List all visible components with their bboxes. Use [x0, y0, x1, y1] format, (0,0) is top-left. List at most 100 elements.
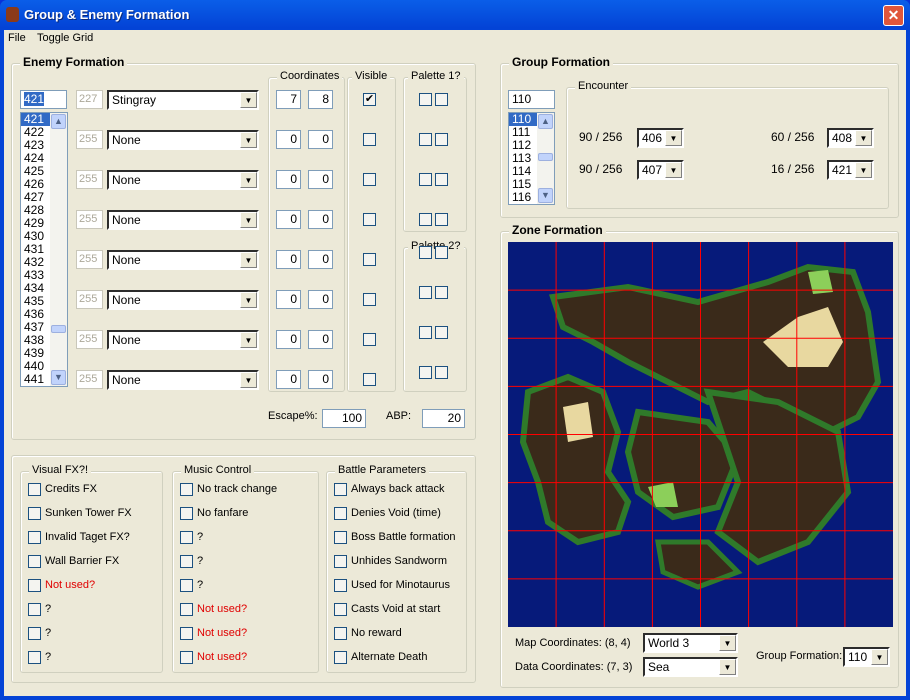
coord-x-input[interactable]: 7	[276, 90, 301, 109]
palette-checkbox[interactable]	[419, 326, 432, 339]
palette-checkbox[interactable]	[419, 366, 432, 379]
group-formation-search-input[interactable]: 110	[508, 90, 555, 109]
flag-checkbox[interactable]	[28, 483, 41, 496]
encounter-select[interactable]: 421 ▼	[827, 160, 874, 180]
flag-checkbox[interactable]	[334, 579, 347, 592]
world-select[interactable]: World 3 ▼	[643, 633, 738, 653]
coord-x-input[interactable]: 0	[276, 370, 301, 389]
close-button[interactable]: ✕	[883, 5, 904, 26]
coord-x-input[interactable]: 0	[276, 250, 301, 269]
flag-checkbox[interactable]	[180, 603, 193, 616]
palette-checkbox[interactable]	[419, 93, 432, 106]
scroll-down-icon[interactable]: ▼	[51, 370, 66, 385]
coord-y-input[interactable]: 0	[308, 170, 333, 189]
abp-input[interactable]: 20	[422, 409, 465, 428]
scrollbar[interactable]: ▲ ▼	[50, 113, 67, 386]
enemy-select[interactable]: None ▼	[107, 210, 259, 230]
coord-x-input[interactable]: 0	[276, 210, 301, 229]
flag-checkbox[interactable]	[334, 651, 347, 664]
chevron-down-icon[interactable]: ▼	[719, 635, 736, 651]
enemy-select[interactable]: Stingray ▼	[107, 90, 259, 110]
palette-checkbox[interactable]	[435, 173, 448, 186]
visible-checkbox[interactable]: ✔	[363, 93, 376, 106]
coord-y-input[interactable]: 0	[308, 370, 333, 389]
scroll-up-icon[interactable]: ▲	[51, 114, 66, 129]
coord-y-input[interactable]: 0	[308, 210, 333, 229]
visible-checkbox[interactable]	[363, 133, 376, 146]
flag-checkbox[interactable]	[28, 555, 41, 568]
chevron-down-icon[interactable]: ▼	[240, 332, 257, 348]
visible-checkbox[interactable]	[363, 253, 376, 266]
enemy-select[interactable]: None ▼	[107, 370, 259, 390]
flag-checkbox[interactable]	[28, 627, 41, 640]
menu-file[interactable]: File	[8, 32, 26, 44]
flag-checkbox[interactable]	[334, 507, 347, 520]
palette-checkbox[interactable]	[435, 213, 448, 226]
flag-checkbox[interactable]	[180, 555, 193, 568]
menu-toggle-grid[interactable]: Toggle Grid	[37, 32, 93, 44]
chevron-down-icon[interactable]: ▼	[240, 132, 257, 148]
scroll-up-icon[interactable]: ▲	[538, 114, 553, 129]
coord-y-input[interactable]: 0	[308, 250, 333, 269]
palette-checkbox[interactable]	[435, 286, 448, 299]
chevron-down-icon[interactable]: ▼	[240, 212, 257, 228]
world-map[interactable]	[508, 242, 893, 627]
visible-checkbox[interactable]	[363, 213, 376, 226]
enemy-select[interactable]: None ▼	[107, 290, 259, 310]
palette-checkbox[interactable]	[419, 133, 432, 146]
flag-checkbox[interactable]	[180, 627, 193, 640]
coord-x-input[interactable]: 0	[276, 170, 301, 189]
palette-checkbox[interactable]	[419, 286, 432, 299]
terrain-select[interactable]: Sea ▼	[643, 657, 738, 677]
flag-checkbox[interactable]	[28, 507, 41, 520]
list-item[interactable]: 116	[509, 191, 539, 204]
palette-checkbox[interactable]	[435, 326, 448, 339]
list-item[interactable]: 441	[21, 373, 51, 386]
chevron-down-icon[interactable]: ▼	[871, 649, 888, 665]
palette-checkbox[interactable]	[419, 246, 432, 259]
scroll-down-icon[interactable]: ▼	[538, 188, 553, 203]
group-formation-list[interactable]: 110 111 112 113 114 115 116 ▲ ▼	[508, 112, 555, 205]
coord-y-input[interactable]: 8	[308, 90, 333, 109]
flag-checkbox[interactable]	[180, 483, 193, 496]
encounter-select[interactable]: 408 ▼	[827, 128, 874, 148]
enemy-select[interactable]: None ▼	[107, 170, 259, 190]
flag-checkbox[interactable]	[334, 603, 347, 616]
chevron-down-icon[interactable]: ▼	[855, 162, 872, 178]
chevron-down-icon[interactable]: ▼	[240, 292, 257, 308]
chevron-down-icon[interactable]: ▼	[240, 252, 257, 268]
coord-x-input[interactable]: 0	[276, 130, 301, 149]
flag-checkbox[interactable]	[180, 507, 193, 520]
flag-checkbox[interactable]	[28, 651, 41, 664]
zone-group-formation-select[interactable]: 110 ▼	[843, 647, 890, 667]
encounter-select[interactable]: 407 ▼	[637, 160, 684, 180]
escape-input[interactable]: 100	[322, 409, 366, 428]
coord-y-input[interactable]: 0	[308, 130, 333, 149]
visible-checkbox[interactable]	[363, 373, 376, 386]
visible-checkbox[interactable]	[363, 293, 376, 306]
coord-y-input[interactable]: 0	[308, 330, 333, 349]
flag-checkbox[interactable]	[334, 531, 347, 544]
flag-checkbox[interactable]	[180, 579, 193, 592]
chevron-down-icon[interactable]: ▼	[665, 162, 682, 178]
enemy-select[interactable]: None ▼	[107, 130, 259, 150]
enemy-select[interactable]: None ▼	[107, 330, 259, 350]
scrollbar[interactable]: ▲ ▼	[537, 113, 554, 204]
flag-checkbox[interactable]	[334, 483, 347, 496]
chevron-down-icon[interactable]: ▼	[240, 92, 257, 108]
visible-checkbox[interactable]	[363, 173, 376, 186]
palette-checkbox[interactable]	[435, 133, 448, 146]
chevron-down-icon[interactable]: ▼	[240, 172, 257, 188]
enemy-formation-search-input[interactable]: 421	[20, 90, 67, 109]
scroll-thumb[interactable]	[51, 325, 66, 333]
flag-checkbox[interactable]	[28, 603, 41, 616]
coord-y-input[interactable]: 0	[308, 290, 333, 309]
chevron-down-icon[interactable]: ▼	[855, 130, 872, 146]
flag-checkbox[interactable]	[334, 555, 347, 568]
scroll-thumb[interactable]	[538, 153, 553, 161]
chevron-down-icon[interactable]: ▼	[665, 130, 682, 146]
palette-checkbox[interactable]	[419, 173, 432, 186]
visible-checkbox[interactable]	[363, 333, 376, 346]
flag-checkbox[interactable]	[180, 531, 193, 544]
flag-checkbox[interactable]	[334, 627, 347, 640]
